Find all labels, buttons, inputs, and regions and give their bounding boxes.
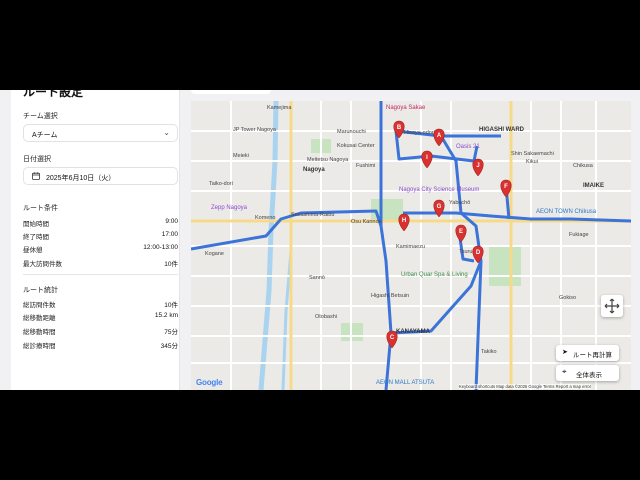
calendar-icon — [32, 172, 40, 180]
map-label: Sannō — [309, 275, 325, 281]
map-label: Nagoya — [303, 167, 325, 173]
map-label: Kamejima — [267, 105, 292, 111]
map-label: Sasashima-Raibu — [291, 212, 334, 218]
team-select-value: Aチーム — [32, 132, 58, 139]
map-label: Kamimaezu — [396, 244, 425, 250]
map-label: Takiko — [481, 349, 497, 355]
map-label: Meieki — [233, 153, 249, 159]
map-label: JP Tower Nagoya — [233, 127, 277, 133]
map-label: Taiko-dori — [209, 181, 233, 187]
conditions-title: ルート条件 — [23, 205, 58, 212]
map-label: Osu Kannon — [351, 219, 382, 225]
map-move-control[interactable] — [601, 295, 623, 317]
stat-row: 総移動時間 75分 — [23, 329, 178, 336]
svg-text:B: B — [397, 125, 402, 131]
map-label: Komeno — [255, 215, 276, 221]
show-all-label: 全体表示 — [576, 372, 602, 379]
map-attribution[interactable]: Keyboard shortcuts Map data ©2025 Google… — [459, 384, 591, 389]
team-label: チーム選択 — [23, 113, 58, 120]
stat-row: 総移動距離 15.2 km — [23, 312, 178, 322]
svg-text:F: F — [504, 184, 508, 190]
svg-text:J: J — [476, 163, 479, 169]
map-label: Kokusai Center — [337, 143, 375, 149]
condition-row: 開始時間 9:00 — [23, 218, 178, 228]
map-label: Nagoya City Science Museum — [399, 187, 479, 193]
condition-row: 終了時間 17:00 — [23, 231, 178, 241]
map-label: IMAIKE — [583, 183, 604, 189]
map-label: Yabachō — [449, 200, 470, 206]
divider — [23, 274, 178, 275]
google-logo: Google — [196, 378, 223, 387]
date-value: 2025年6月10日（火） — [46, 175, 116, 182]
route-map[interactable]: Kamejima Nagoya Sakae JP Tower Nagoya Ma… — [191, 101, 631, 390]
condition-row: 最大訪問件数 10件 — [23, 261, 178, 268]
map-label: HIGASHI WARD — [479, 127, 525, 133]
stat-row: 総診療時間 345分 — [23, 343, 178, 350]
map-label: Zepp Nagoya — [211, 205, 248, 211]
map-label: AEON TOWN Chikusa — [536, 209, 597, 215]
app-frame: ルート設定 チーム選択 Aチーム ⌄ 日付選択 2025年6月10日（火） ルー… — [0, 90, 640, 390]
map-label: Chikusa — [573, 163, 594, 169]
move-arrows-icon — [604, 298, 620, 314]
map-label: Otobashi — [315, 314, 337, 320]
map-label: Marunouchi — [337, 129, 366, 135]
map-label: Hisaya-odori — [404, 130, 435, 136]
recalculate-label: ルート再計算 — [573, 352, 612, 359]
map-label: Gokiso — [559, 295, 576, 301]
stat-row: 総訪問件数 10件 — [23, 302, 178, 309]
chevron-down-icon: ⌄ — [163, 128, 170, 137]
map-label: Shin Sakaemachi — [511, 151, 554, 157]
park — [489, 246, 521, 286]
team-select[interactable]: Aチーム ⌄ — [23, 124, 178, 142]
map-label: Urban Quar Spa & Living — [401, 272, 468, 278]
map-label: Meitetsu Nagoya — [307, 157, 349, 163]
navigate-icon: ➤ — [562, 349, 568, 356]
map-label: Kikui — [526, 159, 538, 165]
location-pin-icon: ⌖ — [562, 367, 567, 376]
date-label: 日付選択 — [23, 156, 51, 163]
svg-text:H: H — [402, 218, 406, 224]
map-label: Oasis 21 — [456, 144, 480, 150]
stats-title: ルート統計 — [23, 287, 58, 294]
route-settings-panel: ルート設定 チーム選択 Aチーム ⌄ 日付選択 2025年6月10日（火） ルー… — [11, 90, 180, 390]
recalculate-route-button[interactable]: ➤ ルート再計算 — [556, 345, 619, 361]
svg-text:G: G — [437, 204, 442, 210]
map-label: KANAYAMA — [396, 329, 431, 335]
svg-text:E: E — [459, 229, 463, 235]
map-label: AEON MALL ATSUTA — [376, 380, 434, 386]
svg-text:A: A — [437, 133, 442, 139]
svg-text:D: D — [476, 250, 481, 256]
map-label: Fukiage — [569, 232, 589, 238]
svg-text:C: C — [390, 335, 395, 341]
map-header-strip — [191, 90, 271, 94]
map-label: Nagoya Sakae — [386, 105, 426, 111]
map-label: Kogane — [205, 251, 224, 257]
condition-row: 昼休憩 12:00-13:00 — [23, 244, 178, 254]
panel-title: ルート設定 — [23, 90, 84, 99]
map-label: Higashi Betsuin — [371, 293, 409, 299]
show-all-button[interactable]: ⌖ 全体表示 — [556, 365, 619, 381]
map-label: Fushimi — [356, 163, 375, 169]
date-picker[interactable]: 2025年6月10日（火） — [23, 167, 178, 185]
